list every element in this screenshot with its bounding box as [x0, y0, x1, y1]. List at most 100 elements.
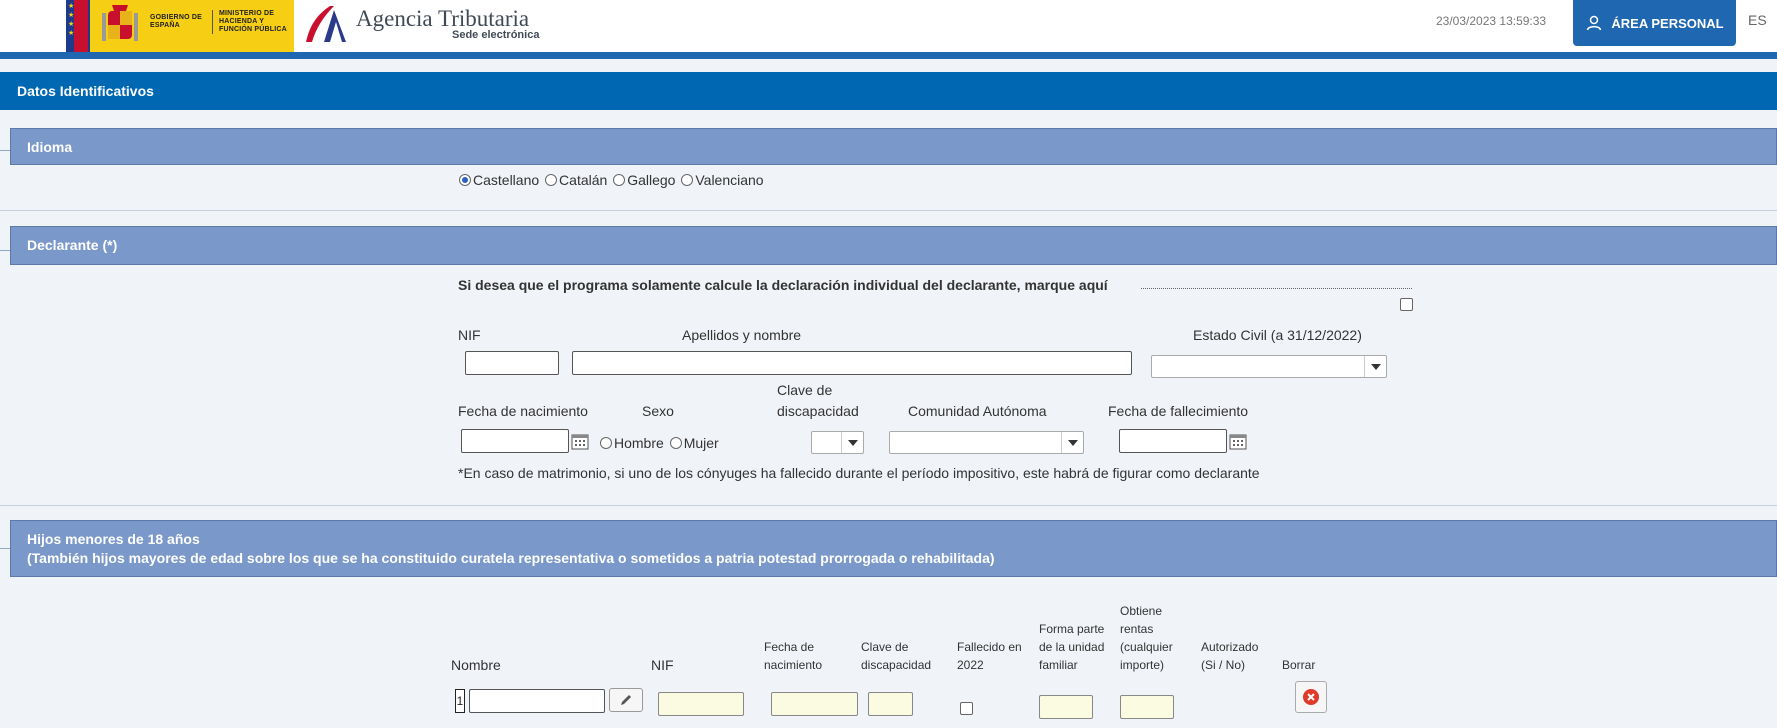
- ministry-text: MINISTERIO DE HACIENDA Y FUNCIÓN PÚBLICA: [212, 10, 298, 34]
- child-disability-input[interactable]: [868, 692, 913, 716]
- col-income-label: Obtiene rentas (cualquier importe): [1120, 602, 1173, 674]
- col-disability-line2: discapacidad: [861, 658, 932, 672]
- delete-icon: [1303, 689, 1319, 705]
- disability-label-line1: Clave de: [777, 382, 833, 398]
- delete-child-button[interactable]: [1295, 681, 1327, 713]
- radio-valenciano[interactable]: Valenciano: [681, 172, 764, 188]
- header-divider: [0, 52, 1777, 59]
- idioma-section-header: Idioma: [10, 128, 1777, 165]
- radio-mujer[interactable]: Mujer: [669, 435, 719, 451]
- col-authorized-line2: (Si / No): [1201, 658, 1246, 672]
- col-deceased-line1: Fallecido en: [957, 640, 1022, 654]
- section-separator: [0, 210, 1777, 211]
- section-separator: [0, 505, 1777, 506]
- death-date-label: Fecha de fallecimiento: [1108, 403, 1249, 419]
- radio-gallego-control[interactable]: [613, 174, 626, 186]
- col-income-line1: Obtiene: [1120, 604, 1163, 618]
- dotted-leader: [1141, 288, 1412, 289]
- language-selector[interactable]: ES: [1748, 12, 1767, 28]
- name-input[interactable]: [572, 351, 1132, 375]
- individual-declaration-checkbox[interactable]: [1400, 298, 1413, 311]
- calendar-icon[interactable]: [1228, 431, 1248, 451]
- col-birth-label: Fecha de nacimiento: [764, 638, 822, 674]
- col-deceased-label: Fallecido en 2022: [957, 638, 1022, 674]
- coat-of-arms-icon: [102, 5, 138, 41]
- col-disability-label: Clave de discapacidad: [861, 638, 931, 674]
- community-label: Comunidad Autónoma: [908, 403, 1047, 419]
- civil-state-select[interactable]: [1151, 355, 1387, 378]
- radio-catalan[interactable]: Catalán: [545, 172, 607, 188]
- declarante-footnote: *En caso de matrimonio, si uno de los có…: [458, 465, 1260, 481]
- individual-declaration-note: Si desea que el programa solamente calcu…: [458, 277, 1108, 293]
- hijos-section-header: Hijos menores de 18 años (También hijos …: [10, 520, 1777, 577]
- chevron-down-icon: [841, 432, 863, 453]
- radio-gallego[interactable]: Gallego: [613, 172, 675, 188]
- government-logo[interactable]: ★ ★ ★ ★ GOBIERNO DE ESPAÑA MINISTERIO DE HA…: [66, 0, 294, 52]
- col-income-line4: importe): [1120, 658, 1165, 672]
- declarante-title: Declarante (*): [27, 237, 118, 253]
- child-deceased-checkbox[interactable]: [960, 702, 973, 715]
- datos-title: Datos Identificativos: [17, 83, 154, 99]
- top-header: ★ ★ ★ ★ GOBIERNO DE ESPAÑA MINISTERIO DE HA…: [0, 0, 1777, 52]
- birth-date-input[interactable]: [461, 429, 569, 453]
- child-nif-input[interactable]: [658, 692, 744, 716]
- radio-mujer-control[interactable]: [669, 437, 682, 449]
- col-income-line3: (cualquier: [1120, 640, 1173, 654]
- datos-identificativos-bar: Datos Identificativos: [0, 72, 1777, 110]
- col-authorized-label: Autorizado (Si / No): [1201, 638, 1258, 674]
- header-datetime: 23/03/2023 13:59:33: [1436, 14, 1547, 28]
- nif-input[interactable]: [465, 351, 559, 375]
- col-delete-label: Borrar: [1282, 658, 1316, 672]
- child-income-input[interactable]: [1120, 695, 1174, 719]
- edit-child-button[interactable]: [609, 688, 643, 712]
- birth-date-label: Fecha de nacimiento: [458, 403, 588, 419]
- idioma-title: Idioma: [27, 139, 73, 155]
- section-line: [0, 548, 10, 549]
- user-icon: [1587, 15, 1602, 31]
- section-line: [0, 250, 10, 251]
- name-label: Apellidos y nombre: [682, 327, 802, 343]
- disability-select[interactable]: [811, 431, 864, 454]
- col-nif-label: NIF: [651, 657, 674, 673]
- sex-label: Sexo: [642, 403, 674, 419]
- child-birth-input[interactable]: [771, 692, 858, 716]
- col-authorized-line1: Autorizado: [1201, 640, 1259, 654]
- col-nombre-label: Nombre: [451, 657, 501, 673]
- col-deceased-line2: 2022: [957, 658, 984, 672]
- agency-subtitle: Sede electrónica: [452, 29, 540, 41]
- radio-catalan-control[interactable]: [545, 174, 558, 186]
- pencil-icon: [621, 695, 631, 705]
- radio-castellano[interactable]: Castellano: [459, 172, 539, 188]
- child-name-input[interactable]: [469, 689, 605, 713]
- radio-hombre-control[interactable]: [600, 437, 612, 449]
- radio-valenciano-label: Valenciano: [695, 172, 764, 188]
- child-family-unit-input[interactable]: [1039, 695, 1093, 719]
- radio-gallego-label: Gallego: [627, 172, 676, 188]
- col-family-unit-label: Forma parte de la unidad familiar: [1039, 620, 1104, 674]
- calendar-icon[interactable]: [570, 431, 590, 451]
- radio-hombre[interactable]: Hombre: [600, 435, 664, 451]
- declarante-section-header: Declarante (*): [10, 226, 1777, 265]
- hijos-title: Hijos menores de 18 años: [27, 531, 200, 547]
- row-number: 1: [455, 689, 465, 713]
- col-birth-line2: nacimiento: [764, 658, 823, 672]
- radio-castellano-label: Castellano: [473, 172, 540, 188]
- idioma-radio-group: Castellano Catalán Gallego Valenciano: [459, 172, 766, 188]
- radio-mujer-label: Mujer: [683, 435, 719, 451]
- col-family-line3: familiar: [1039, 658, 1078, 672]
- chevron-down-icon: [1061, 432, 1083, 453]
- col-family-line1: Forma parte: [1039, 622, 1105, 636]
- radio-valenciano-control[interactable]: [681, 174, 694, 186]
- radio-castellano-control[interactable]: [459, 174, 471, 186]
- community-select[interactable]: [889, 431, 1084, 454]
- radio-catalan-label: Catalán: [559, 172, 608, 188]
- personal-area-button[interactable]: ÁREA PERSONAL: [1573, 0, 1736, 46]
- eu-stars-icon: ★ ★ ★ ★: [68, 3, 75, 37]
- radio-hombre-label: Hombre: [614, 435, 664, 451]
- chevron-down-icon: [1364, 356, 1386, 377]
- agencia-tributaria-logo-icon[interactable]: [302, 2, 350, 46]
- col-income-line2: rentas: [1120, 622, 1154, 636]
- death-date-input[interactable]: [1119, 429, 1227, 453]
- hijos-subtitle: (También hijos mayores de edad sobre los…: [27, 550, 995, 566]
- col-birth-line1: Fecha de: [764, 640, 815, 654]
